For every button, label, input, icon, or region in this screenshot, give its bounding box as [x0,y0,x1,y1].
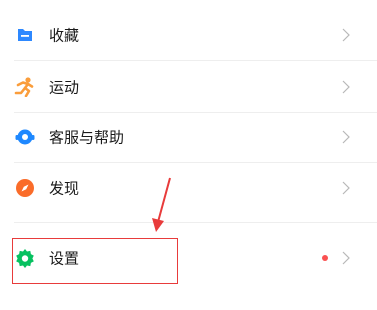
menu-item-discover[interactable]: 发现 [0,163,377,213]
chevron-right-icon [342,251,350,265]
menu-item-label: 发现 [49,179,80,198]
running-icon [14,76,36,98]
menu-item-label: 收藏 [49,26,80,45]
annotation-highlight-box [12,238,178,284]
divider [14,60,377,61]
menu-item-sports[interactable]: 运动 [0,62,377,112]
chevron-right-icon [342,130,350,144]
chevron-right-icon [342,80,350,94]
favorites-icon [14,24,36,46]
annotation-arrow-icon [152,177,171,232]
compass-icon [14,177,36,199]
chevron-right-icon [342,181,350,195]
divider [14,222,377,223]
menu-item-help[interactable]: 客服与帮助 [0,112,377,162]
notification-dot [322,255,328,261]
menu-item-label: 客服与帮助 [49,128,125,147]
chevron-right-icon [342,28,350,42]
me-page-menu: 收藏 运动 客服与帮助 发现 设置 [0,0,377,310]
menu-item-label: 运动 [49,78,80,97]
customer-service-icon [14,126,36,148]
menu-item-favorites[interactable]: 收藏 [0,10,377,60]
